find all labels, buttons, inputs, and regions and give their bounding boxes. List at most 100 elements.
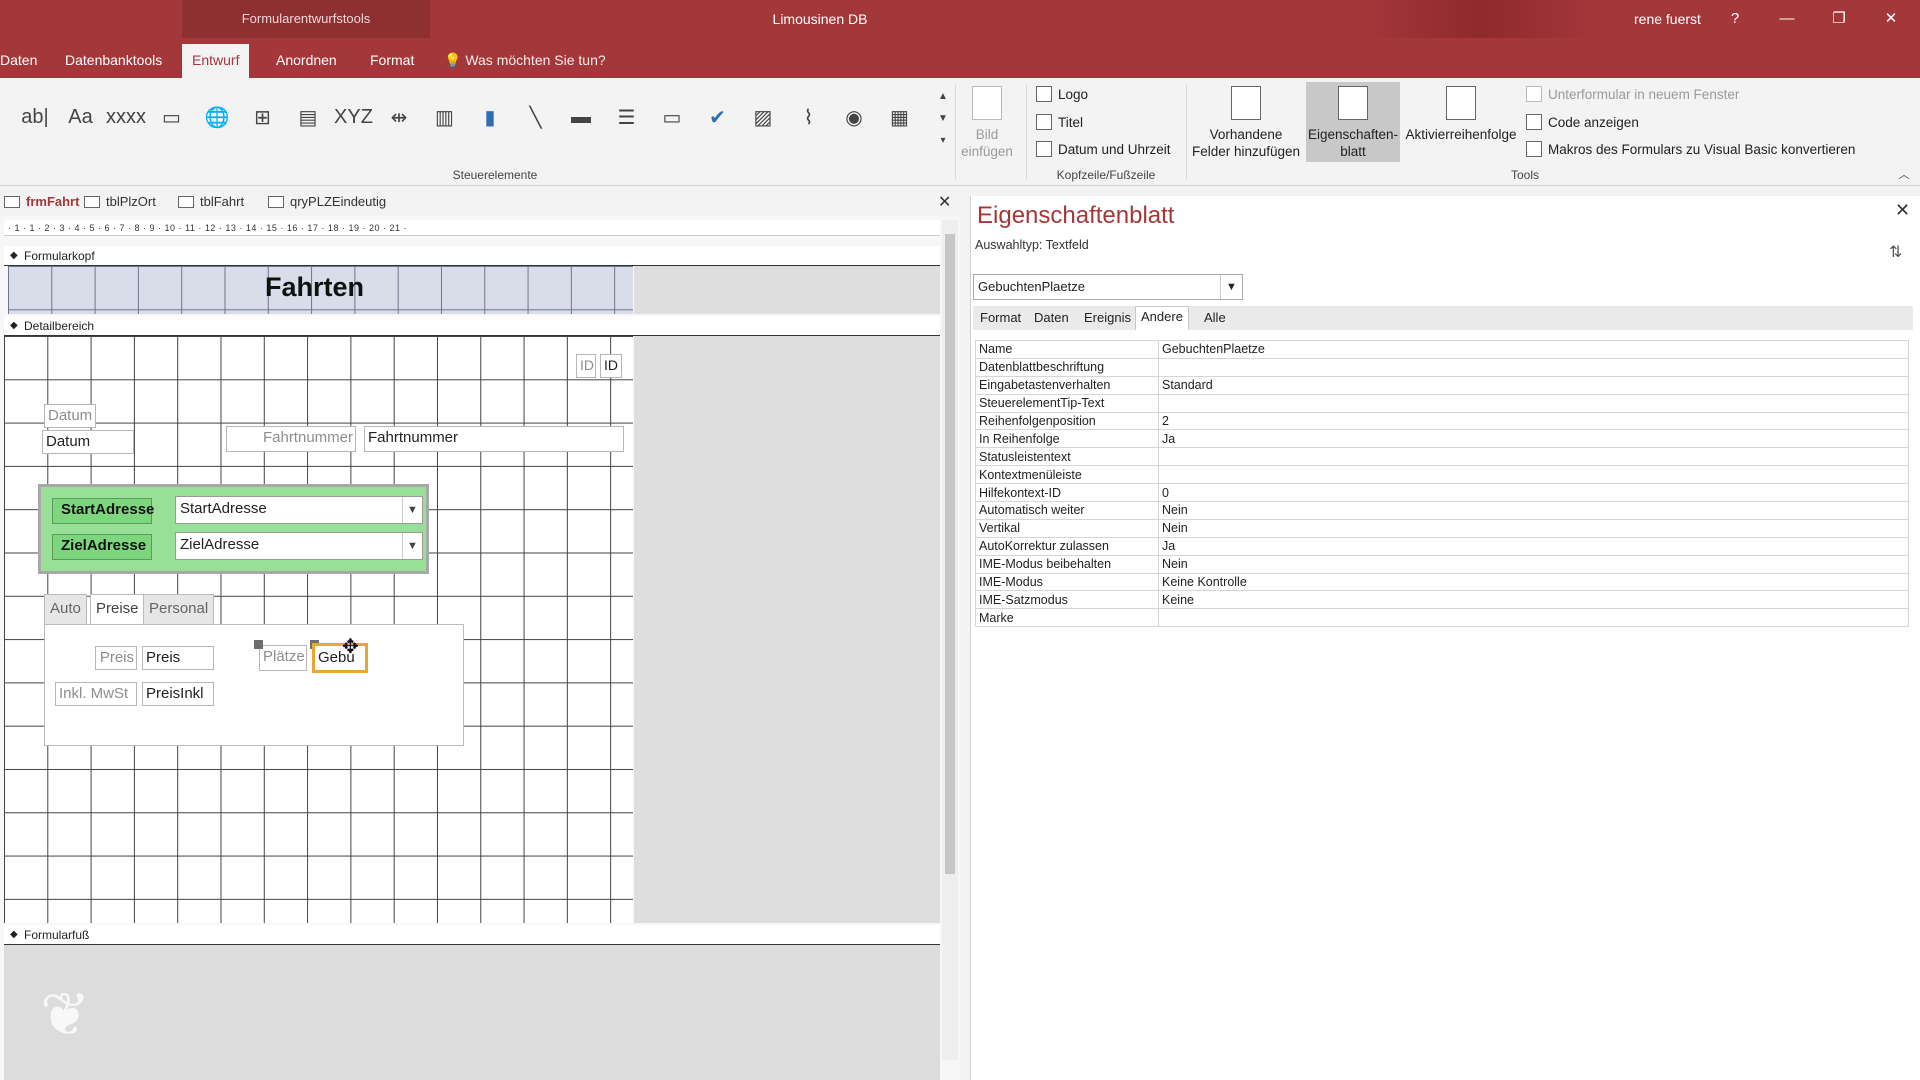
property-value[interactable] (1158, 608, 1909, 628)
property-value[interactable] (1158, 447, 1909, 467)
property-sheet-button[interactable]: Eigenschaften-blatt (1306, 82, 1400, 162)
property-value[interactable] (1158, 393, 1909, 413)
id-field[interactable]: ID (600, 354, 622, 378)
property-row[interactable]: AutoKorrektur zulassen Ja (975, 536, 1909, 556)
section-bar-detail[interactable]: ◆ Detailbereich (4, 316, 940, 336)
ziel-address-combo[interactable]: ZielAdresse ▼ (175, 532, 423, 560)
navigation-icon[interactable]: ▤ (291, 100, 325, 134)
tab-auto[interactable]: Auto (44, 594, 87, 624)
datum-label[interactable]: Datum (44, 404, 96, 428)
property-value[interactable]: Keine Kontrolle (1158, 572, 1909, 592)
property-row[interactable]: Automatisch weiter Nein (975, 501, 1909, 520)
doc-tab-frmfahrt[interactable]: frmFahrt (0, 192, 79, 214)
scrollbar-thumb[interactable] (945, 234, 955, 874)
button-icon[interactable]: xxxx (106, 100, 146, 134)
tab-preise[interactable]: Preise (90, 594, 145, 624)
textbox-icon[interactable]: ab| (18, 100, 52, 134)
property-value[interactable] (1158, 357, 1909, 377)
property-value[interactable]: Nein (1158, 501, 1909, 520)
gallery-more-icon[interactable]: ▾ (936, 130, 950, 150)
preis-label[interactable]: Preis (95, 646, 137, 670)
vertical-scrollbar[interactable] (942, 220, 958, 1060)
minimize-button[interactable]: — (1764, 0, 1810, 38)
property-row[interactable]: IME-Modus Keine Kontrolle (975, 572, 1909, 592)
ptab-andere[interactable]: Andere (1135, 306, 1189, 330)
footer-area[interactable] (4, 945, 940, 1080)
tell-me-box[interactable]: 💡 Was möchten Sie tun? (444, 44, 606, 78)
ptab-daten[interactable]: Daten (1029, 308, 1074, 330)
fahrtnummer-label[interactable]: Fahrtnummer (226, 426, 356, 452)
page-break-icon[interactable]: ⇹ (382, 100, 416, 134)
ptab-format[interactable]: Format (975, 308, 1026, 330)
object-selector[interactable]: GebuchtenPlaetze ▼ (973, 274, 1243, 300)
tab-daten[interactable]: Daten (0, 44, 47, 78)
tab-datenbanktools[interactable]: Datenbanktools (55, 44, 172, 78)
ziel-address-label[interactable]: ZielAdresse (52, 534, 152, 560)
property-value[interactable]: Ja (1158, 429, 1909, 449)
chevron-down-icon[interactable]: ▼ (402, 497, 422, 523)
property-row[interactable]: IME-Satzmodus Keine (975, 590, 1909, 610)
tab-entwurf[interactable]: Entwurf (182, 44, 250, 78)
property-row[interactable]: Kontextmenüleiste (975, 465, 1909, 485)
logo-button[interactable]: Logo (1036, 86, 1088, 102)
form-title-label[interactable]: Fahrten (265, 272, 364, 303)
gallery-up-icon[interactable]: ▲ (936, 86, 950, 106)
tab-control-icon[interactable]: ▭ (155, 100, 189, 134)
tab-personal[interactable]: Personal (143, 594, 215, 624)
combo-box-icon[interactable]: ▥ (428, 100, 462, 134)
tab-anordnen[interactable]: Anordnen (266, 44, 347, 78)
move-handle[interactable] (254, 640, 263, 649)
attachment-icon[interactable]: ⌇ (792, 100, 826, 134)
doc-tab-qryplzeindeutig[interactable]: qryPLZEindeutig (264, 192, 386, 214)
fahrtnummer-field[interactable]: Fahrtnummer (364, 426, 624, 452)
doc-tab-tblfahrt[interactable]: tblFahrt (174, 192, 244, 214)
option-button-icon[interactable]: ◉ (837, 100, 871, 134)
preis-field[interactable]: Preis (142, 646, 214, 670)
close-window-button[interactable]: ✕ (1868, 0, 1914, 38)
section-bar-header[interactable]: ◆ Formularkopf (4, 246, 940, 266)
start-address-combo[interactable]: StartAdresse ▼ (175, 496, 423, 524)
property-value[interactable]: GebuchtenPlaetze (1158, 340, 1909, 359)
property-value[interactable]: 0 (1158, 483, 1909, 503)
date-time-button[interactable]: Datum und Uhrzeit (1036, 141, 1171, 157)
subform-icon[interactable]: ▦ (883, 100, 917, 134)
add-existing-fields-button[interactable]: Vorhandene Felder hinzufügen (1190, 82, 1302, 160)
help-button[interactable]: ? (1712, 0, 1758, 38)
subform-new-window-button[interactable]: Unterformular in neuem Fenster (1526, 86, 1739, 102)
web-browser-icon[interactable]: ⊞ (246, 100, 280, 134)
hyperlink-icon[interactable]: 🌐 (200, 100, 234, 134)
restore-button[interactable]: ❐ (1816, 0, 1862, 38)
collapse-ribbon-icon[interactable]: ︿ (1896, 166, 1912, 182)
list-box-icon[interactable]: ☰ (610, 100, 644, 134)
user-name[interactable]: rene fuerst (1634, 0, 1701, 38)
option-group-icon[interactable]: XYZ (334, 100, 373, 134)
title-button[interactable]: Titel (1036, 114, 1083, 130)
inkl-mwst-label[interactable]: Inkl. MwSt (55, 682, 137, 706)
image-icon[interactable]: ▨ (746, 100, 780, 134)
chevron-down-icon[interactable]: ▼ (1220, 275, 1242, 299)
convert-macros-button[interactable]: Makros des Formulars zu Visual Basic kon… (1526, 141, 1855, 157)
rectangle-icon[interactable]: ▭ (655, 100, 689, 134)
property-row[interactable]: Eingabetastenverhalten Standard (975, 375, 1909, 395)
label-icon[interactable]: Aa (64, 100, 98, 134)
property-row[interactable]: Reihenfolgenposition 2 (975, 411, 1909, 431)
plaetze-label[interactable]: Plätze (259, 645, 307, 671)
tab-format[interactable]: Format (360, 44, 424, 78)
property-value[interactable] (1158, 465, 1909, 485)
sort-az-icon[interactable]: ⇅ (1889, 242, 1902, 262)
id-label[interactable]: ID (576, 354, 596, 378)
ptab-alle[interactable]: Alle (1199, 308, 1231, 330)
close-document-icon[interactable]: ✕ (938, 192, 951, 212)
datum-field[interactable]: Datum (42, 430, 134, 454)
section-bar-footer[interactable]: ◆ Formularfuß (4, 925, 940, 945)
property-row[interactable]: Hilfekontext-ID 0 (975, 483, 1909, 503)
line-icon[interactable]: ╲ (519, 100, 553, 134)
property-row[interactable]: Statusleistentext (975, 447, 1909, 467)
property-value[interactable]: Keine (1158, 590, 1909, 610)
gebuchte-plaetze-field[interactable]: Gebu (312, 643, 368, 673)
property-row[interactable]: Datenblattbeschriftung (975, 357, 1909, 377)
property-row[interactable]: Vertikal Nein (975, 518, 1909, 538)
checkbox-icon[interactable]: ✔ (701, 100, 735, 134)
ptab-ereignis[interactable]: Ereignis (1079, 308, 1136, 330)
property-value[interactable]: Standard (1158, 375, 1909, 395)
